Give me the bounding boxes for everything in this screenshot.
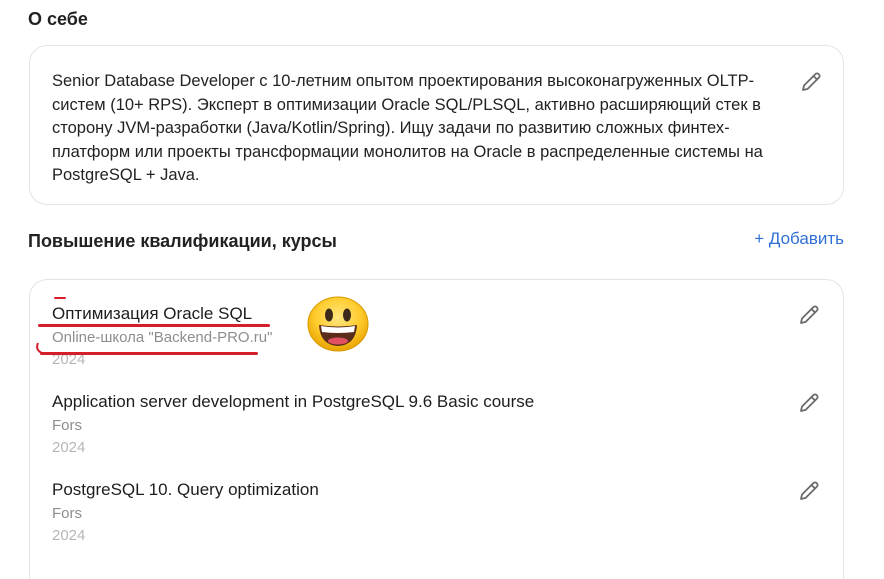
- edit-course-button[interactable]: [795, 389, 823, 417]
- edit-course-button[interactable]: [795, 477, 823, 505]
- course-org: Online-школа "Backend-PRO.ru": [52, 329, 273, 346]
- course-item: Application server development in Postgr…: [52, 392, 534, 456]
- course-title: Оптимизация Oracle SQL: [52, 304, 253, 323]
- pencil-icon: [800, 481, 819, 500]
- annotation-underline: [40, 352, 258, 355]
- pencil-icon: [800, 305, 819, 324]
- course-org: Fors: [52, 505, 82, 522]
- course-title: Application server development in Postgr…: [52, 392, 535, 411]
- courses-section-title: Повышение квалификации, курсы: [28, 231, 337, 251]
- add-course-button[interactable]: + Добавить: [754, 229, 844, 249]
- course-item: PostgreSQL 10. Query optimization Fors 2…: [52, 480, 319, 544]
- course-year: 2024: [52, 527, 86, 544]
- annotation-mark: [54, 297, 66, 299]
- about-text: Senior Database Developer с 10-летним оп…: [52, 72, 763, 184]
- edit-about-button[interactable]: [797, 68, 825, 96]
- annotation-curve: [36, 342, 43, 354]
- course-year: 2024: [52, 439, 86, 456]
- pencil-icon: [800, 393, 819, 412]
- course-title: PostgreSQL 10. Query optimization: [52, 480, 319, 499]
- about-card: Senior Database Developer с 10-летним оп…: [29, 45, 844, 205]
- smiley-icon: [307, 296, 369, 352]
- course-org: Fors: [52, 417, 82, 434]
- about-section-title: О себе: [28, 9, 88, 29]
- edit-course-button[interactable]: [795, 301, 823, 329]
- annotation-underline: [38, 324, 270, 327]
- course-item: Оптимизация Oracle SQL Online-школа "Bac…: [52, 304, 272, 368]
- pencil-icon: [802, 72, 821, 91]
